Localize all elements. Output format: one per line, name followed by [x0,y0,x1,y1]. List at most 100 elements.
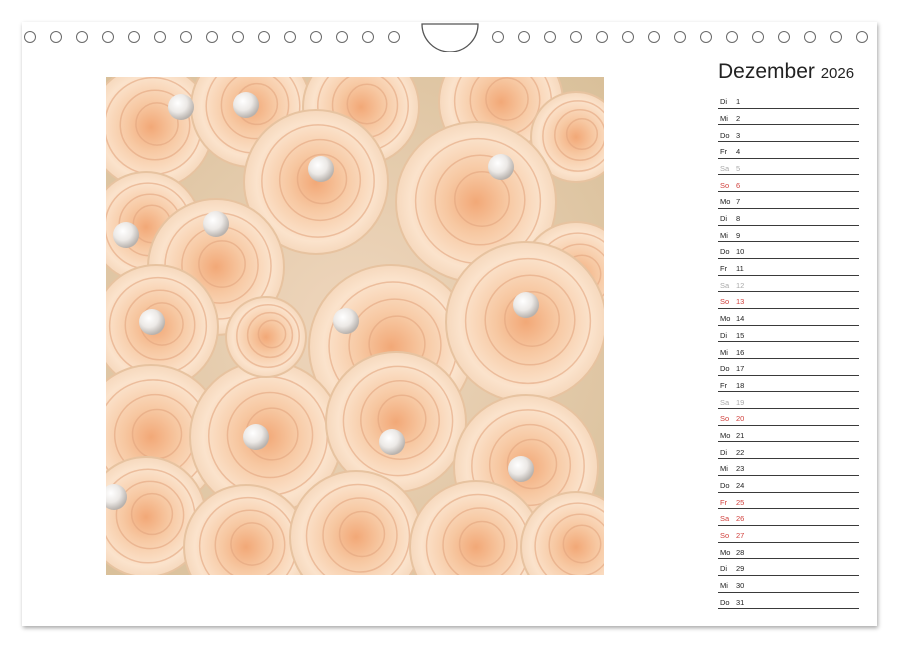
day-weekday: Sa [720,514,730,524]
day-weekday: Mo [720,197,731,207]
day-number: 12 [736,280,745,290]
day-weekday: Mi [720,230,728,240]
binding-hole [362,31,374,43]
day-number: 11 [736,264,744,274]
day-row: Di 1 [718,92,859,109]
pearl-shape [308,156,334,182]
binding-hole [622,31,634,43]
day-weekday: Sa [720,397,730,407]
day-weekday: Sa [720,280,730,290]
day-row: Sa 5 [718,159,859,176]
day-weekday: Do [720,364,730,374]
binding-hole [76,31,88,43]
pearl-shape [379,429,405,455]
binding-hole [154,31,166,43]
pearl-shape [113,222,139,248]
binding-hole [752,31,764,43]
month-name: Dezember [718,60,815,83]
day-number: 4 [736,147,741,157]
day-number: 10 [736,247,745,257]
day-row: Do 17 [718,359,859,376]
day-number: 18 [736,380,745,390]
day-row: So 20 [718,409,859,426]
day-weekday: Mi [720,347,728,357]
day-weekday: So [720,414,730,424]
binding-hole [726,31,738,43]
pearl-shape [488,154,514,180]
day-number: 23 [736,464,745,474]
roses-with-pearls-image [106,77,604,575]
binding-hole [544,31,556,43]
binding-hole [570,31,582,43]
binding-hole [310,31,322,43]
calendar-photo [106,77,604,575]
day-weekday: Do [720,597,730,607]
day-row: Mo 14 [718,309,859,326]
day-row: Di 15 [718,326,859,343]
day-row: Mi 9 [718,226,859,243]
pearl-shape [333,308,359,334]
day-number: 9 [736,230,741,240]
day-number: 29 [736,564,745,574]
day-weekday: So [720,297,730,307]
day-weekday: Fr [720,147,728,157]
day-row: Fr 25 [718,493,859,510]
day-row: Mi 30 [718,576,859,593]
day-row: Mi 16 [718,342,859,359]
day-weekday: Mo [720,547,731,557]
day-weekday: Mi [720,113,728,123]
day-weekday: Di [720,330,728,340]
day-number: 28 [736,547,745,557]
day-number: 31 [736,597,745,607]
binding-hole [778,31,790,43]
day-weekday: Fr [720,264,728,274]
day-weekday: Di [720,564,728,574]
day-row: Sa 19 [718,392,859,410]
binding-hole [674,31,686,43]
day-number: 3 [736,130,741,140]
binding-hole [50,31,62,43]
day-weekday: So [720,531,730,541]
day-weekday: Di [720,97,728,107]
binding-hole [206,31,218,43]
hanger-notch-icon [421,23,479,52]
day-number: 7 [736,197,741,207]
binding-hole [830,31,842,43]
day-weekday: Do [720,130,730,140]
binding-hole [180,31,192,43]
day-number: 20 [736,414,745,424]
day-number: 26 [736,514,745,524]
binding-hole [128,31,140,43]
pearl-shape [233,92,259,118]
day-row: So 6 [718,175,859,193]
month-title: Dezember 2026 [718,60,854,84]
day-number: 1 [736,97,741,107]
pearl-shape [513,292,539,318]
day-row: Mi 23 [718,459,859,476]
day-row: Sa 12 [718,276,859,293]
day-number: 24 [736,481,745,490]
day-row: Di 29 [718,559,859,576]
binding-hole [336,31,348,43]
day-number: 27 [736,531,745,541]
day-number: 6 [736,180,741,190]
day-number: 16 [736,347,745,357]
day-weekday: Fr [720,497,728,507]
day-number: 2 [736,113,741,123]
day-weekday: Do [720,481,730,490]
day-row: Fr 4 [718,142,859,159]
binding-hole [388,31,400,43]
binding-hole [492,31,504,43]
rose-shape [225,296,307,378]
day-number: 17 [736,364,745,374]
day-row: Mo 7 [718,192,859,209]
binding-hole [284,31,296,43]
day-row: So 27 [718,526,859,543]
day-number: 13 [736,297,745,307]
day-weekday: Di [720,214,728,223]
day-row: Sa 26 [718,509,859,526]
day-weekday: So [720,180,730,190]
day-weekday: Do [720,247,730,257]
day-number: 8 [736,214,741,223]
day-weekday: Mi [720,581,728,591]
